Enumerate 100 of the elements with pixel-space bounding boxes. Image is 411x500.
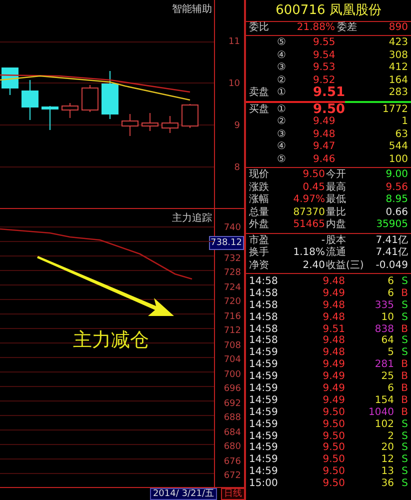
level-number: ④ bbox=[277, 141, 287, 154]
bid-price: 9.48 bbox=[313, 128, 336, 141]
level-number: ⑤ bbox=[277, 37, 287, 50]
info-label: 净资 bbox=[249, 260, 269, 272]
tick-time: 14:59 bbox=[249, 454, 279, 466]
level-number: ① bbox=[277, 104, 287, 116]
tick-price: 9.48 bbox=[322, 335, 345, 348]
tick-side: B bbox=[400, 324, 408, 336]
bid-volume: 1 bbox=[400, 116, 408, 128]
tick-time: 14:59 bbox=[249, 371, 279, 384]
tick-volume: 281 bbox=[374, 359, 394, 372]
info-label: 流通 bbox=[326, 247, 346, 260]
ask-volume: 283 bbox=[388, 87, 408, 100]
axis-label: 712 bbox=[224, 325, 242, 338]
tick-time: 15:00 bbox=[249, 478, 279, 490]
ask-price: 9.55 bbox=[313, 37, 336, 50]
period-label[interactable]: 日线 bbox=[221, 488, 245, 500]
tick-volume: 6 bbox=[386, 383, 394, 395]
info-value: 2.40 bbox=[302, 260, 326, 272]
tick-time: 14:59 bbox=[249, 359, 279, 372]
tick-side: B bbox=[400, 394, 408, 407]
info-value: 7.41亿 bbox=[374, 247, 408, 260]
info-value: -0.049 bbox=[374, 260, 408, 272]
stat-value: 0.66 bbox=[384, 206, 408, 219]
tick-price: 9.50 bbox=[322, 466, 345, 478]
tick-volume: 154 bbox=[374, 394, 394, 407]
info-label: 收益(三) bbox=[326, 260, 364, 272]
axis-label: 704 bbox=[224, 354, 242, 368]
axis-label: 688 bbox=[224, 412, 242, 426]
level-number: ② bbox=[277, 74, 287, 87]
axis-label: 8 bbox=[234, 162, 241, 175]
axis-label: 696 bbox=[224, 383, 242, 396]
tick-side: S bbox=[400, 442, 408, 454]
tick-price: 9.49 bbox=[322, 371, 345, 384]
tick-volume: 64 bbox=[380, 335, 394, 348]
tick-time: 14:58 bbox=[249, 335, 279, 348]
axis-label: 11 bbox=[228, 36, 241, 49]
axis-label: 716 bbox=[224, 310, 242, 324]
ask-price: 9.52 bbox=[313, 74, 336, 86]
tick-time: 14:59 bbox=[249, 418, 279, 431]
tick-time: 14:59 bbox=[249, 430, 279, 442]
annotation-text: 主力减仓 bbox=[73, 328, 149, 353]
ratio-value: 21.88% bbox=[296, 22, 335, 35]
ask-volume: 423 bbox=[388, 37, 408, 50]
stat-label: 量比 bbox=[326, 206, 346, 218]
info-value: 7.41亿 bbox=[374, 234, 408, 247]
candlestick bbox=[102, 70, 118, 120]
level-number: ④ bbox=[277, 50, 287, 62]
candlestick bbox=[142, 112, 158, 132]
chart-title: 主力追踪 bbox=[172, 212, 212, 225]
candlestick bbox=[62, 102, 78, 118]
axis-label: 680 bbox=[224, 441, 242, 454]
bid-volume: 100 bbox=[388, 154, 408, 166]
axis-label: 676 bbox=[224, 456, 242, 469]
tick-volume: 2 bbox=[386, 430, 394, 442]
candlestick bbox=[162, 116, 178, 134]
axis-label: 708 bbox=[224, 340, 242, 353]
bid-price: 9.49 bbox=[313, 116, 336, 128]
tick-volume: 20 bbox=[380, 442, 394, 454]
chart-title: 智能辅助 bbox=[172, 2, 212, 16]
tick-side: B bbox=[400, 371, 408, 384]
info-label: 股本 bbox=[326, 234, 346, 246]
level-number: ② bbox=[277, 116, 287, 128]
tick-price: 9.50 bbox=[322, 406, 345, 419]
stat-label: 涨跌 bbox=[249, 182, 269, 194]
tick-time: 14:59 bbox=[249, 406, 279, 419]
tick-time: 14:58 bbox=[249, 324, 279, 336]
candlestick bbox=[42, 106, 58, 130]
stat-value: 51465 bbox=[292, 219, 326, 232]
stat-label: 内盘 bbox=[326, 219, 346, 232]
bid-volume: 1772 bbox=[382, 104, 408, 116]
tick-volume: 6 bbox=[386, 288, 394, 300]
tick-time: 14:59 bbox=[249, 394, 279, 407]
tick-volume: 13 bbox=[380, 466, 394, 478]
ratio-label: 委比 bbox=[249, 22, 269, 35]
bid-price: 9.46 bbox=[313, 154, 336, 166]
ask-price: 9.53 bbox=[313, 62, 336, 74]
bid-price: 9.50 bbox=[313, 104, 346, 116]
axis-label: 724 bbox=[224, 282, 242, 295]
candlestick bbox=[82, 84, 98, 112]
info-value: 1.18% bbox=[292, 247, 326, 260]
tick-price: 9.48 bbox=[322, 276, 345, 288]
tick-side: S bbox=[400, 300, 408, 312]
level-number: ③ bbox=[277, 128, 287, 141]
axis-label: 10 bbox=[228, 78, 241, 91]
tick-price: 9.50 bbox=[322, 418, 345, 431]
stat-value: 9.50 bbox=[302, 169, 326, 182]
current-value-label: 738.12 bbox=[208, 236, 244, 250]
tick-time: 14:58 bbox=[249, 312, 279, 324]
tick-price: 9.49 bbox=[322, 359, 345, 372]
tick-side: S bbox=[400, 454, 408, 466]
tick-price: 9.50 bbox=[322, 478, 345, 490]
stat-value: 35905 bbox=[375, 219, 408, 232]
tick-time: 14:58 bbox=[249, 288, 279, 300]
arrow-icon bbox=[36, 254, 176, 318]
level-number: ⑤ bbox=[277, 154, 287, 166]
tick-side: B bbox=[400, 288, 408, 300]
info-value: - bbox=[320, 234, 326, 247]
candlestick bbox=[182, 104, 198, 128]
candlestick bbox=[122, 114, 138, 136]
